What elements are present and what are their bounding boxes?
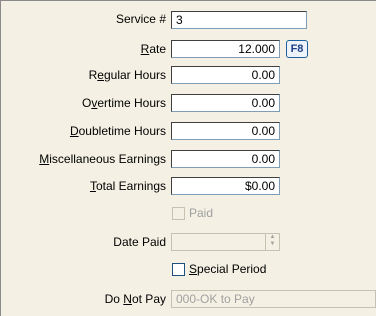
special-period-label: Special Period — [189, 262, 267, 276]
date-paid-input[interactable] — [171, 233, 280, 251]
rate-input[interactable]: 12.000 — [171, 40, 280, 58]
date-paid-label: Date Paid — [113, 235, 166, 249]
paid-label: Paid — [189, 206, 214, 220]
paid-checkbox[interactable] — [172, 207, 185, 220]
service-number-input[interactable]: 3 — [171, 11, 307, 29]
f8-lookup-button[interactable]: F8 — [286, 40, 308, 58]
overtime-hours-label: Overtime Hours — [81, 96, 166, 110]
regular-hours-input[interactable]: 0.00 — [171, 66, 280, 84]
doubletime-hours-input[interactable]: 0.00 — [171, 122, 280, 140]
total-earnings-input[interactable]: $0.00 — [171, 177, 280, 195]
total-earnings-label: Total Earnings — [89, 179, 166, 193]
spin-down-icon[interactable]: ▼ — [266, 241, 279, 248]
misc-earnings-label: Miscellaneous Earnings — [39, 152, 166, 166]
spin-up-icon[interactable]: ▲ — [266, 234, 279, 241]
do-not-pay-select[interactable]: 000-OK to Pay — [171, 290, 376, 308]
date-paid-spinner[interactable]: ▲ ▼ — [265, 234, 279, 250]
do-not-pay-label: Do Not Pay — [104, 292, 166, 306]
overtime-hours-input[interactable]: 0.00 — [171, 94, 280, 112]
rate-label: Rate — [140, 42, 166, 56]
special-period-checkbox[interactable] — [172, 263, 185, 276]
doubletime-hours-label: Doubletime Hours — [69, 124, 166, 138]
service-label: Service # — [115, 12, 166, 26]
misc-earnings-input[interactable]: 0.00 — [171, 150, 280, 168]
regular-hours-label: Regular Hours — [88, 68, 166, 82]
